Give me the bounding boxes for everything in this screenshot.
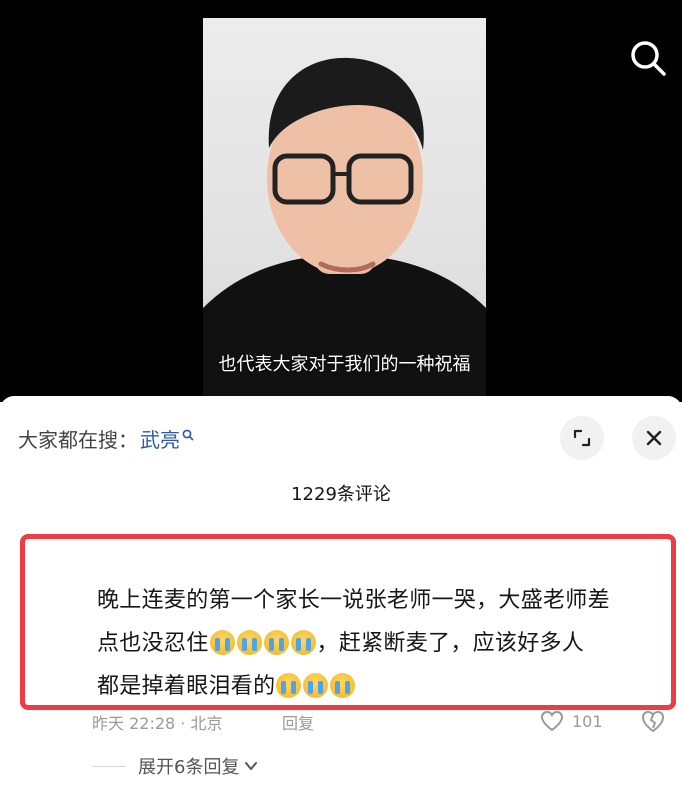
comment-meta: 昨天 22:28 · 北京	[92, 714, 223, 733]
search-button[interactable]	[626, 36, 670, 80]
loudly-crying-emoji-icon	[290, 630, 316, 655]
comment-text: 晚上连麦的第一个家长一说张老师一哭，大盛老师差 点也没忍住 ，赶紧断麦了，应该好多…	[97, 579, 669, 708]
comment-line-2-start: 点也没忍住	[97, 631, 209, 656]
trending-search-bar[interactable]: 大家都在搜： 武亮	[18, 424, 194, 453]
comment-highlight-box: 晚上连麦的第一个家长一说张老师一哭，大盛老师差 点也没忍住 ，赶紧断麦了，应该好多…	[20, 534, 676, 710]
search-icon	[631, 41, 666, 76]
video-frame	[203, 18, 486, 402]
expand-replies-button[interactable]: 展开6条回复	[92, 753, 259, 779]
presenter-figure	[203, 57, 486, 402]
divider-line	[92, 765, 126, 767]
expand-button[interactable]	[560, 416, 604, 460]
video-player[interactable]: 也代表大家对于我们的一种祝福	[0, 0, 682, 402]
like-button[interactable]: 101	[540, 710, 603, 732]
loudly-crying-emoji-icon	[276, 673, 302, 698]
comment-line-3: 都是掉着眼泪看的	[97, 665, 669, 708]
close-button[interactable]	[632, 416, 676, 460]
chevron-down-icon	[245, 762, 258, 770]
loudly-crying-emoji-icon	[263, 630, 289, 655]
trending-search-keyword[interactable]: 武亮	[140, 424, 180, 453]
comment-line-3-start: 都是掉着眼泪看的	[97, 674, 276, 699]
comment-line-2-end: ，赶紧断麦了，应该好多人	[316, 631, 585, 656]
like-count: 101	[572, 711, 603, 731]
comments-sheet: 大家都在搜： 武亮 1229条评论 晚上连麦的第一个家长一说张老师一哭，大盛老师…	[0, 396, 682, 804]
trending-search-prefix: 大家都在搜：	[18, 428, 138, 452]
comment-line-2: 点也没忍住 ，赶紧断麦了，应该好多人	[97, 622, 669, 665]
small-search-icon	[182, 429, 194, 440]
broken-heart-icon	[641, 710, 665, 733]
video-subtitle: 也代表大家对于我们的一种祝福	[218, 354, 471, 375]
expand-icon	[573, 429, 591, 447]
loudly-crying-emoji-icon	[209, 630, 235, 655]
heart-icon	[540, 710, 564, 732]
close-icon	[646, 430, 662, 446]
expand-replies-label: 展开6条回复	[138, 757, 240, 778]
reply-button[interactable]: 回复	[282, 710, 314, 734]
loudly-crying-emoji-icon	[303, 673, 329, 698]
comment-line-1: 晚上连麦的第一个家长一说张老师一哭，大盛老师差	[97, 588, 610, 613]
loudly-crying-emoji-icon	[330, 673, 356, 698]
loudly-crying-emoji-icon	[236, 630, 262, 655]
comment-count: 1229条评论	[291, 484, 391, 505]
dislike-button[interactable]	[640, 708, 666, 738]
